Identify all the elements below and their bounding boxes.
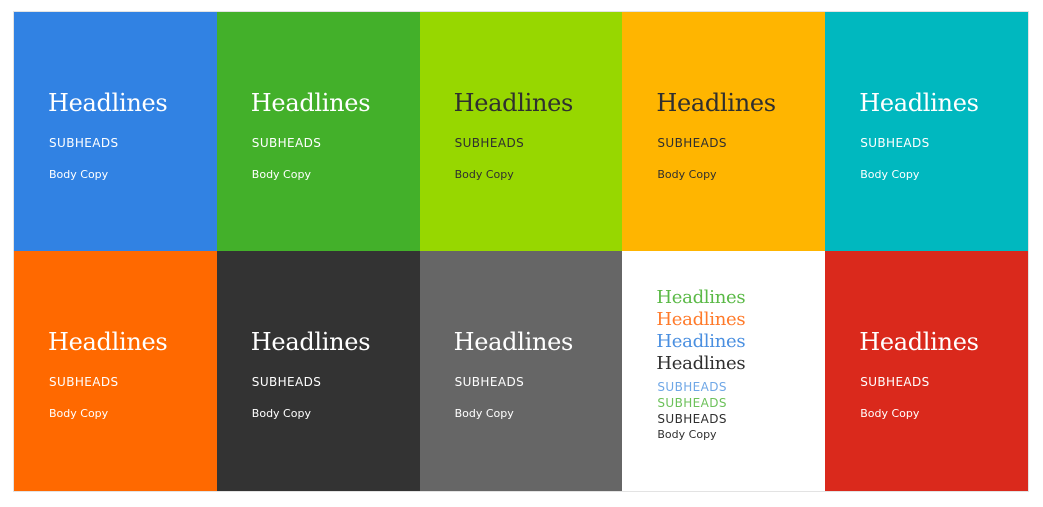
body-copy-text: Body Copy [49, 168, 109, 181]
swatch-blue: Headlines SUBHEADS Body Copy [14, 12, 217, 251]
swatch-green: Headlines SUBHEADS Body Copy [216, 12, 420, 251]
subhead-text: SUBHEADS [251, 375, 322, 389]
subhead-text: SUBHEADS [49, 136, 119, 150]
body-copy-text: Body Copy [251, 407, 311, 420]
subhead-text: SUBHEADS [860, 136, 930, 150]
body-copy-text: Body Copy [860, 168, 920, 181]
headline-text: Headlines [250, 89, 371, 117]
swatch-lime: Headlines SUBHEADS Body Copy [419, 12, 623, 251]
swatch-amber: Headlines SUBHEADS Body Copy [622, 12, 826, 251]
subhead-text: SUBHEADS [251, 136, 322, 150]
headline-text: Headlines [48, 328, 168, 356]
swatch-orange: Headlines SUBHEADS Body Copy [14, 251, 217, 491]
subhead-text: SUBHEADS [657, 396, 727, 410]
subhead-text: SUBHEADS [657, 136, 727, 150]
body-copy-text: Body Copy [49, 407, 109, 420]
subhead-text: SUBHEADS [860, 375, 930, 389]
subhead-text: SUBHEADS [49, 375, 119, 389]
swatch-red: Headlines SUBHEADS Body Copy [825, 251, 1028, 491]
body-copy-text: Body Copy [454, 407, 514, 420]
body-copy-text: Body Copy [860, 407, 920, 420]
headline-text: Headlines [656, 89, 776, 117]
color-swatch-grid: Headlines SUBHEADS Body Copy Headlines S… [14, 12, 1028, 491]
swatch-gray: Headlines SUBHEADS Body Copy [419, 251, 623, 491]
headline-text: Headlines [656, 287, 746, 308]
swatch-dark-gray: Headlines SUBHEADS Body Copy [216, 251, 420, 491]
body-copy-text: Body Copy [251, 168, 311, 181]
subhead-text: SUBHEADS [454, 375, 525, 389]
headline-text: Headlines [656, 353, 746, 374]
subhead-text: SUBHEADS [657, 380, 727, 394]
headline-text: Headlines [859, 328, 979, 356]
headline-text: Headlines [453, 328, 574, 356]
headline-text: Headlines [48, 89, 168, 117]
subhead-text: SUBHEADS [657, 412, 727, 426]
body-copy-text: Body Copy [454, 168, 514, 181]
subhead-text: SUBHEADS [454, 136, 525, 150]
headline-text: Headlines [859, 89, 979, 117]
swatch-teal: Headlines SUBHEADS Body Copy [825, 12, 1028, 251]
body-copy-text: Body Copy [657, 168, 717, 181]
headline-text: Headlines [656, 309, 746, 330]
swatch-white-sample: Headlines Headlines Headlines Headlines … [622, 251, 826, 491]
body-copy-text: Body Copy [657, 428, 717, 441]
headline-text: Headlines [656, 331, 746, 352]
headline-text: Headlines [250, 328, 371, 356]
headline-text: Headlines [453, 89, 574, 117]
